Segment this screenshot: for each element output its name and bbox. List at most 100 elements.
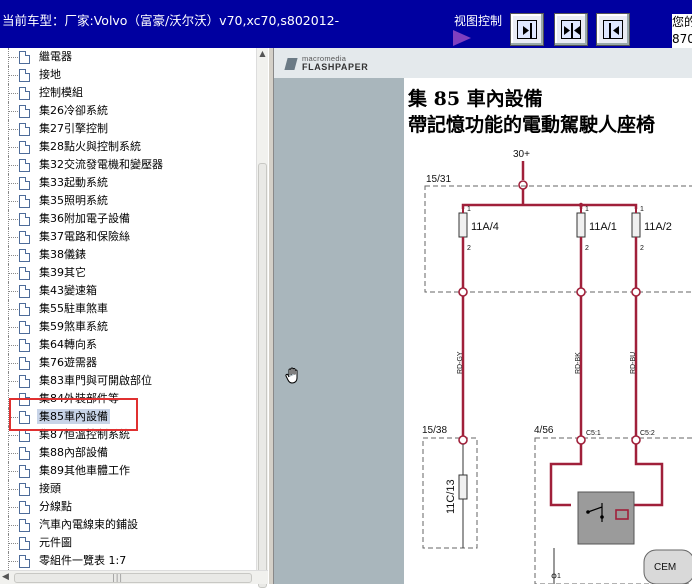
tree-item-label: 集27引擎控制 <box>39 122 108 135</box>
tree-item[interactable]: 集55駐車煞車 <box>0 300 256 318</box>
document-icon <box>19 123 30 136</box>
pin-label: 2 <box>585 245 589 252</box>
flashpaper-viewer[interactable]: macromedia FLASHPAPER 集 85 車內設備 帶記憶功能的電動… <box>274 48 692 584</box>
wiring-diagram: 30+ 15/31 11A/4 11A/1 11A/2 1 2 1 2 1 2 … <box>422 149 692 584</box>
document-icon <box>19 303 30 316</box>
page-right-icon <box>517 20 537 39</box>
tree-connector-hook <box>9 219 18 220</box>
tree-item[interactable]: 集59煞車系統 <box>0 318 256 336</box>
label-15-31: 15/31 <box>426 174 451 185</box>
fuse-label-11a1: 11A/1 <box>589 221 617 233</box>
tree-item-label: 集26冷卻系統 <box>39 104 108 117</box>
tree-item[interactable]: 集35照明系統 <box>0 192 256 210</box>
document-icon <box>19 213 30 226</box>
tree-item[interactable]: 繼電器 <box>0 48 256 66</box>
logo-product-text: FLASHPAPER <box>302 62 369 72</box>
tree-connector-hook <box>9 75 18 76</box>
tree-item[interactable]: 元件圖 <box>0 534 256 552</box>
tree-item[interactable]: 集83車門與可開啟部位 <box>0 372 256 390</box>
tree-item[interactable]: 集89其他車體工作 <box>0 462 256 480</box>
document-icon <box>19 105 30 118</box>
tree-item-label: 汽車內電線束的鋪設 <box>39 518 138 531</box>
selection-highlight-box <box>9 398 138 431</box>
tree-item-label: 集43變速箱 <box>39 284 97 297</box>
view-single-page-button[interactable] <box>510 13 544 46</box>
pin-label: 1 <box>557 573 561 580</box>
tree-item-label: 控制模組 <box>39 86 83 99</box>
tree-item[interactable]: 集64轉向系 <box>0 336 256 354</box>
tree-item-label: 集55駐車煞車 <box>39 302 108 315</box>
view-previous-page-button[interactable] <box>596 13 630 46</box>
hand-cursor-icon <box>283 366 303 386</box>
connector-label-c5-2: C5:2 <box>640 430 655 437</box>
label-15-38: 15/38 <box>422 425 447 436</box>
tree-connector-hook <box>9 57 18 58</box>
tree-item[interactable]: 汽車內電線束的鋪設 <box>0 516 256 534</box>
horizontal-scroll-thumb[interactable] <box>14 573 252 583</box>
tree-connector-hook <box>9 363 18 364</box>
document-icon <box>19 69 30 82</box>
tree-item[interactable]: 集32交流發電機和變壓器 <box>0 156 256 174</box>
tree-vertical-scrollbar[interactable]: ▲ <box>256 48 268 588</box>
document-icon <box>19 501 30 514</box>
scroll-left-icon[interactable]: ◀ <box>2 572 9 582</box>
tree-item[interactable]: 集36附加電子設備 <box>0 210 256 228</box>
tree-item-label: 集88內部設備 <box>39 446 108 459</box>
tree-item[interactable]: 控制模組 <box>0 84 256 102</box>
pin-label: 1 <box>467 206 471 213</box>
label-4-56: 4/56 <box>534 425 554 436</box>
flashpaper-logo: macromedia FLASHPAPER <box>284 54 376 76</box>
document-icon <box>19 339 30 352</box>
tree-item[interactable]: 集38儀錶 <box>0 246 256 264</box>
document-icon <box>19 465 30 478</box>
flashpaper-logo-icon <box>284 58 298 70</box>
tree-connector-hook <box>9 471 18 472</box>
tree-item[interactable]: 集37電路和保險絲 <box>0 228 256 246</box>
vertical-scroll-thumb[interactable] <box>258 163 267 588</box>
tree-item[interactable]: 接地 <box>0 66 256 84</box>
view-control-arrow-icon[interactable] <box>453 30 471 46</box>
viewer-header: macromedia FLASHPAPER <box>274 48 692 78</box>
tree-connector-hook <box>9 327 18 328</box>
tree-connector-hook <box>9 183 18 184</box>
tree-item[interactable]: 集39其它 <box>0 264 256 282</box>
info-line-1: 您的专 <box>672 15 692 29</box>
tree-item[interactable]: 集26冷卻系統 <box>0 102 256 120</box>
view-two-page-button[interactable] <box>554 13 588 46</box>
tree-item-label: 集33起動系統 <box>39 176 108 189</box>
document-icon <box>19 555 30 568</box>
tree-connector-hook <box>9 165 18 166</box>
tree-connector-hook <box>9 489 18 490</box>
tree-item-label: 接地 <box>39 68 61 81</box>
tree-connector-hook <box>9 237 18 238</box>
pin-label: 1 <box>640 206 644 213</box>
wire-label-rd-bu: RD-BU <box>630 352 637 374</box>
document-icon <box>19 195 30 208</box>
tree-item[interactable]: 接頭 <box>0 480 256 498</box>
tree-horizontal-scrollbar[interactable]: ◀ ||| <box>0 570 268 584</box>
tree-item-label: 集83車門與可開啟部位 <box>39 374 152 387</box>
tree-item[interactable]: 集27引擎控制 <box>0 120 256 138</box>
tree-connector-hook <box>9 435 18 436</box>
tree-item-label: 零組件一覽表 1:7 <box>39 554 127 567</box>
tree-connector-hook <box>9 93 18 94</box>
tree-connector-hook <box>9 453 18 454</box>
tree-item-label: 集37電路和保險絲 <box>39 230 130 243</box>
tree-item[interactable]: 集43變速箱 <box>0 282 256 300</box>
tree-item[interactable]: 零組件一覽表 1:7 <box>0 552 256 570</box>
fuse-label-11a2: 11A/2 <box>644 221 672 233</box>
tree-item[interactable]: 集88內部設備 <box>0 444 256 462</box>
tree-connector-hook <box>9 291 18 292</box>
tree-item[interactable]: 集33起動系統 <box>0 174 256 192</box>
tree-item[interactable]: 集28點火與控制系統 <box>0 138 256 156</box>
tree-connector-hook <box>9 543 18 544</box>
tree-item-label: 集76遊需器 <box>39 356 97 369</box>
document-icon <box>19 231 30 244</box>
tree-item[interactable]: 集76遊需器 <box>0 354 256 372</box>
tree-item[interactable]: 分線點 <box>0 498 256 516</box>
tree-connector-hook <box>9 525 18 526</box>
info-box: 您的专 8703820 <box>672 14 692 48</box>
tree-connector-hook <box>9 201 18 202</box>
view-control-label: 视图控制 <box>454 14 503 28</box>
scroll-up-icon[interactable]: ▲ <box>258 49 267 59</box>
